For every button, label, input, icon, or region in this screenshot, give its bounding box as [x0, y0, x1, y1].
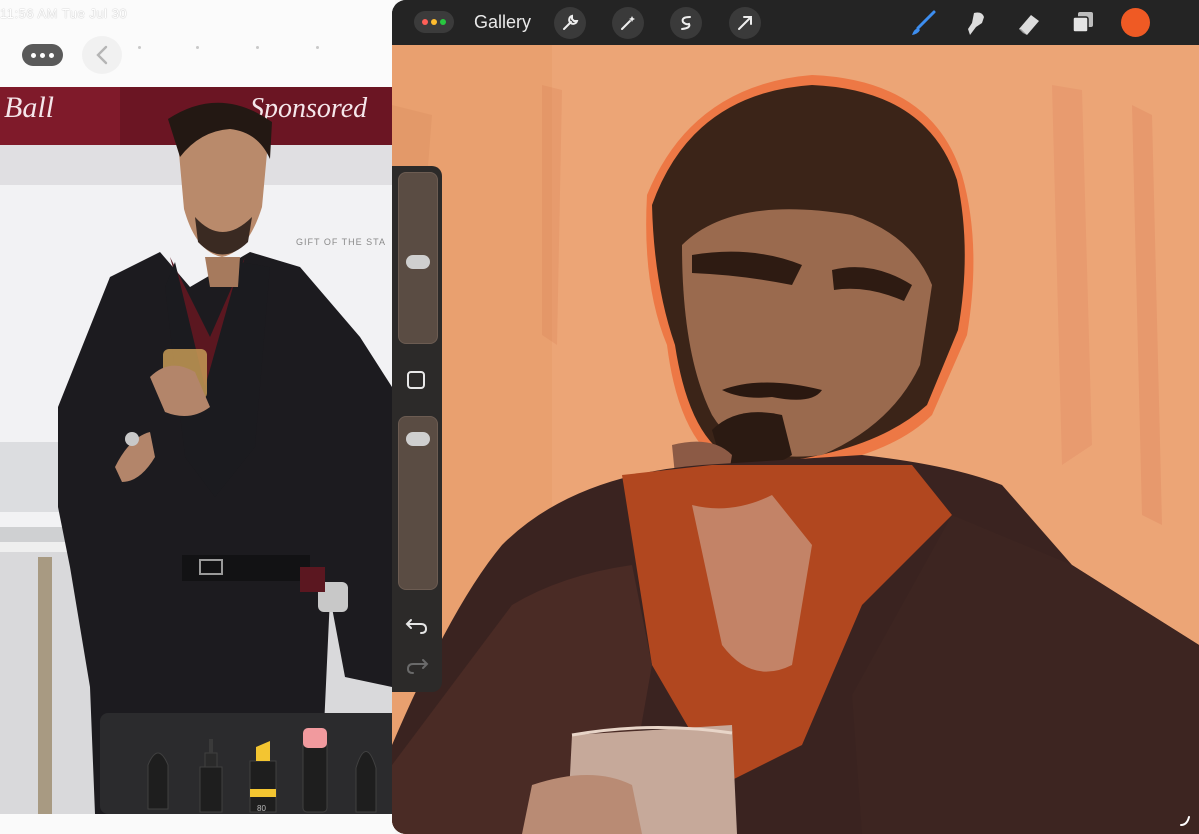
brush-size-knob[interactable]: [406, 255, 430, 269]
undo-button[interactable]: [405, 614, 429, 636]
top-toolbar: Gallery: [392, 0, 1199, 45]
eraser-icon: [1019, 15, 1039, 35]
eraser-tool-button[interactable]: [1014, 8, 1044, 38]
dot-icon: [40, 52, 45, 58]
reference-photo[interactable]: Ball Sponsored GIFT OF THE STA: [0, 87, 395, 814]
back-button[interactable]: [82, 36, 122, 74]
window-controls-button[interactable]: [414, 11, 454, 33]
brush-icon: [912, 10, 936, 35]
pen-tool[interactable]: [147, 752, 169, 810]
smudge-tool-button[interactable]: [961, 8, 991, 38]
transform-button[interactable]: [729, 7, 761, 39]
adjustments-button[interactable]: [612, 7, 644, 39]
left-sidebar: [392, 166, 442, 692]
color-picker-button[interactable]: [1121, 8, 1150, 37]
minimize-dot-icon: [431, 19, 437, 25]
divider-dot: [256, 46, 259, 49]
marker-width-label: 80: [257, 804, 266, 813]
redo-arrow-icon: [406, 659, 429, 674]
fineliner-tool[interactable]: [199, 739, 223, 813]
opacity-knob[interactable]: [406, 432, 430, 446]
close-dot-icon: [422, 19, 428, 25]
dot-icon: [49, 52, 54, 58]
modify-button[interactable]: [407, 371, 425, 389]
divider-dot: [316, 46, 319, 49]
layers-button[interactable]: [1068, 8, 1098, 38]
divider-dot: [138, 46, 141, 49]
status-time: 11:56 AM Tue Jul 30: [0, 6, 128, 21]
brush-tool-button[interactable]: [908, 8, 938, 38]
eraser-tool[interactable]: [302, 728, 328, 813]
more-options-button[interactable]: [22, 44, 63, 66]
crayon-tool[interactable]: [355, 751, 377, 813]
transform-arrow-icon: [738, 16, 752, 30]
procreate-window: Gallery: [392, 0, 1199, 834]
selection-icon: [681, 16, 691, 30]
reference-app: 11:56 AM Tue Jul 30 Ball Sponsored GIFT …: [0, 0, 395, 834]
undo-arrow-icon: [405, 619, 428, 634]
opacity-slider[interactable]: [398, 416, 438, 590]
banner-left-text: Ball: [4, 91, 54, 124]
selection-button[interactable]: [670, 7, 702, 39]
layers-icon: [1072, 12, 1093, 33]
bottom-strip: [0, 814, 395, 834]
chevron-left-icon: [96, 45, 108, 65]
magic-wand-icon: [621, 16, 635, 30]
actions-button[interactable]: [554, 7, 586, 39]
brush-size-slider[interactable]: [398, 172, 438, 344]
gallery-button[interactable]: Gallery: [474, 12, 531, 33]
pencil-tool-tray: 80: [100, 713, 395, 814]
drawing-canvas[interactable]: [392, 45, 1199, 834]
divider-dot: [196, 46, 199, 49]
maximize-dot-icon: [440, 19, 446, 25]
wrench-icon: [563, 14, 579, 30]
smudge-icon: [968, 12, 984, 35]
redo-button[interactable]: [405, 654, 429, 676]
marker-tool[interactable]: 80: [249, 741, 277, 813]
quickmenu-corner-icon[interactable]: [1179, 814, 1191, 826]
wall-text: GIFT OF THE STA: [296, 237, 386, 247]
dot-icon: [31, 52, 36, 58]
